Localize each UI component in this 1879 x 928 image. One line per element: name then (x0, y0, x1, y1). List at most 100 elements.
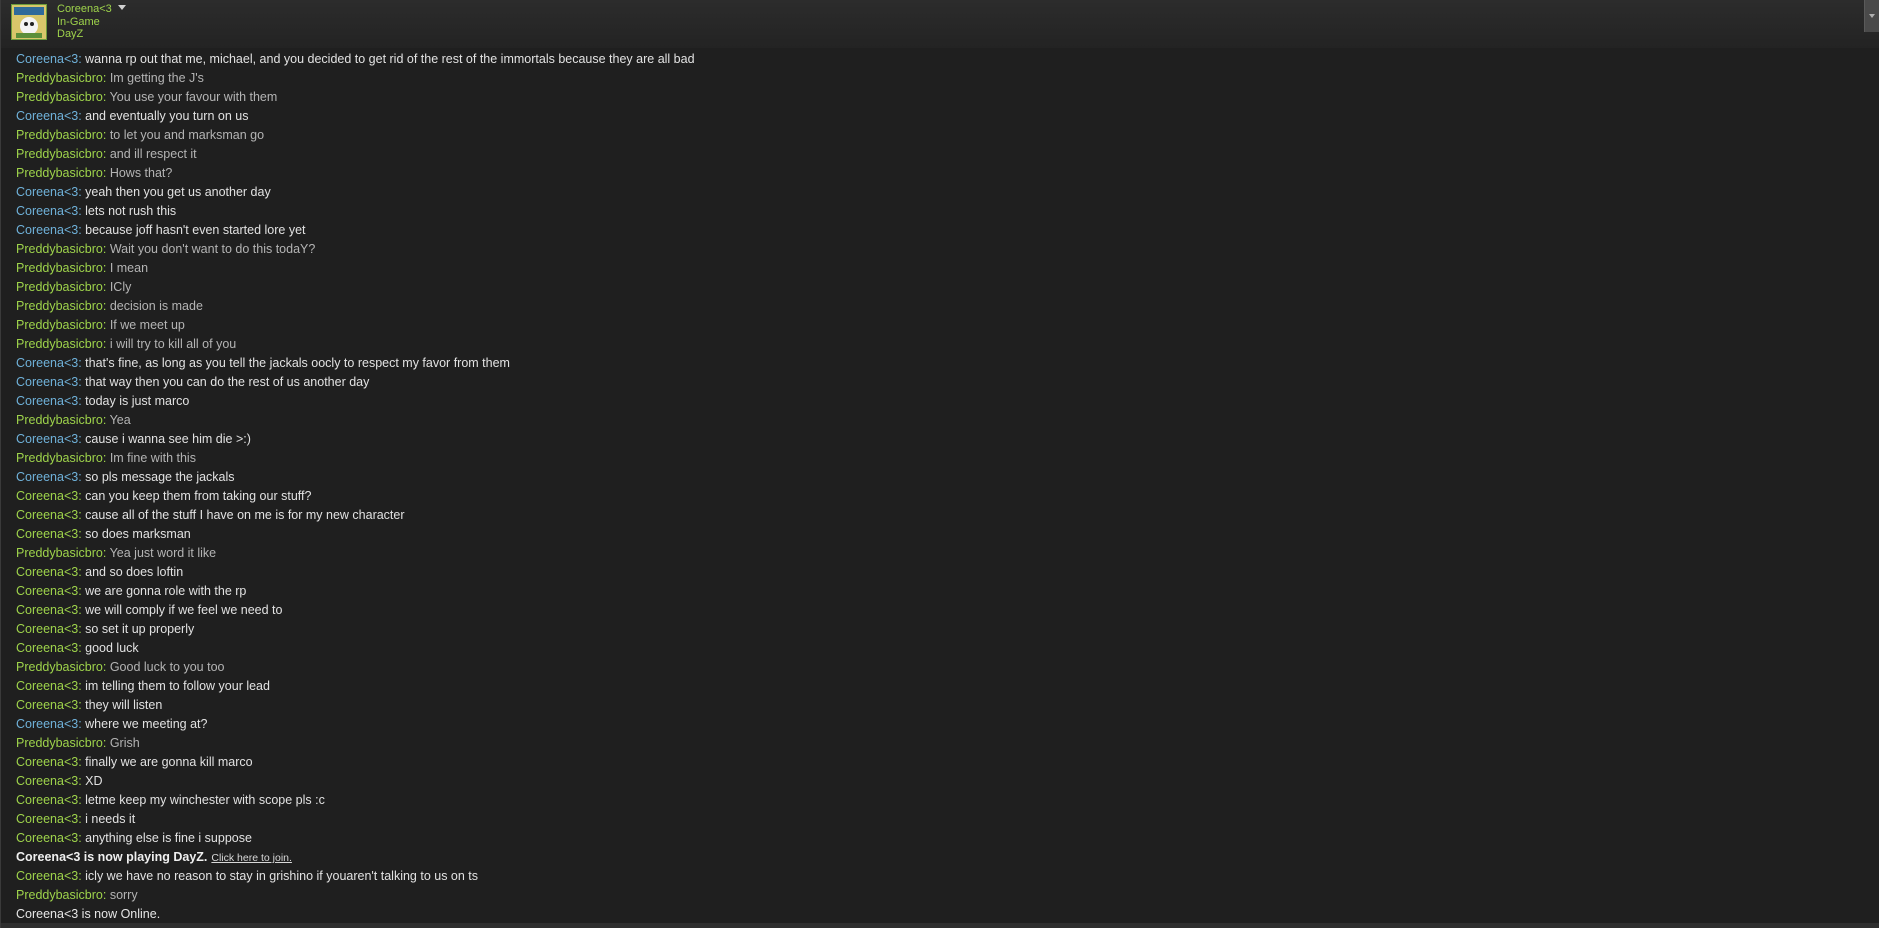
message-sender: Preddybasicbro (16, 546, 103, 560)
message-sender: Coreena<3 (16, 489, 79, 503)
chat-message: Preddybasicbro: Wait you don't want to d… (16, 240, 1856, 259)
chat-message: Preddybasicbro: Grish (16, 734, 1856, 753)
message-sender: Preddybasicbro (16, 128, 103, 142)
chat-message: Preddybasicbro: Yea (16, 411, 1856, 430)
message-separator: : (102, 166, 110, 180)
message-text: we are gonna role with the rp (85, 584, 247, 598)
message-sender: Coreena<3 (16, 622, 79, 636)
chat-message: Coreena<3: we are gonna role with the rp (16, 582, 1856, 601)
message-separator: : (102, 660, 110, 674)
message-sender: Preddybasicbro (16, 337, 103, 351)
chat-message: Coreena<3: so pls message the jackals (16, 468, 1856, 487)
chat-message: Coreena<3: today is just marco (16, 392, 1856, 411)
message-sender: Coreena<3 (16, 812, 79, 826)
chat-header: Coreena<3 In-Game DayZ (1, 0, 1879, 48)
message-sender: Preddybasicbro (16, 888, 103, 902)
message-sender: Preddybasicbro (16, 413, 103, 427)
friend-status: In-Game (57, 16, 100, 28)
join-game-link[interactable]: Click here to join. (211, 852, 292, 864)
message-text: i needs it (85, 812, 136, 826)
message-sender: Preddybasicbro (16, 90, 103, 104)
message-text: lets not rush this (85, 204, 177, 218)
chat-message: Coreena<3: we will comply if we feel we … (16, 601, 1856, 620)
message-sender: Coreena<3 (16, 109, 79, 123)
message-separator: : (102, 71, 110, 85)
message-separator: : (102, 888, 110, 902)
chat-message: Coreena<3: that's fine, as long as you t… (16, 354, 1856, 373)
message-text: Good luck to you too (109, 660, 225, 674)
message-text: letme keep my winchester with scope pls … (85, 793, 325, 807)
message-sender: Coreena<3 (16, 223, 79, 237)
chat-message: Preddybasicbro: I mean (16, 259, 1856, 278)
message-sender: Coreena<3 (16, 831, 79, 845)
chat-message: Coreena<3: and so does loftin (16, 563, 1856, 582)
bottom-border (1, 923, 1879, 928)
message-text: and eventually you turn on us (85, 109, 249, 123)
message-text: ICly (109, 280, 132, 294)
message-text: they will listen (85, 698, 163, 712)
message-text: Yea (109, 413, 131, 427)
chat-message: Preddybasicbro: i will try to kill all o… (16, 335, 1856, 354)
chat-message: Preddybasicbro: decision is made (16, 297, 1856, 316)
message-text: so pls message the jackals (85, 470, 235, 484)
friend-avatar[interactable] (11, 4, 47, 40)
chat-message: Coreena<3: im telling them to follow you… (16, 677, 1856, 696)
message-sender: Coreena<3 (16, 375, 79, 389)
message-separator: : (102, 451, 110, 465)
message-sender: Preddybasicbro (16, 736, 103, 750)
message-text: good luck (85, 641, 139, 655)
message-separator: : (102, 299, 110, 313)
message-separator: : (102, 546, 110, 560)
message-text: cause all of the stuff I have on me is f… (85, 508, 405, 522)
message-text: where we meeting at? (85, 717, 208, 731)
message-separator: : (102, 736, 110, 750)
message-sender: Coreena<3 (16, 774, 79, 788)
message-text: to let you and marksman go (109, 128, 265, 142)
message-text: XD (85, 774, 103, 788)
message-sender: Preddybasicbro (16, 318, 103, 332)
chat-message: Preddybasicbro: Im fine with this (16, 449, 1856, 468)
message-sender: Preddybasicbro (16, 166, 103, 180)
chat-message: Preddybasicbro: sorry (16, 886, 1856, 905)
message-sender: Coreena<3 (16, 52, 79, 66)
message-text: If we meet up (109, 318, 185, 332)
message-sender: Coreena<3 (16, 679, 79, 693)
message-sender: Preddybasicbro (16, 242, 103, 256)
message-text: Grish (109, 736, 140, 750)
message-separator: : (102, 90, 110, 104)
message-separator: : (102, 318, 110, 332)
message-sender: Preddybasicbro (16, 660, 103, 674)
chat-message: Preddybasicbro: to let you and marksman … (16, 126, 1856, 145)
chat-message: Coreena<3: so does marksman (16, 525, 1856, 544)
message-separator: : (102, 128, 110, 142)
scrollbar-button[interactable] (1864, 0, 1879, 32)
chat-message: Preddybasicbro: Im getting the J's (16, 69, 1856, 88)
chat-message: Coreena<3: where we meeting at? (16, 715, 1856, 734)
message-text: im telling them to follow your lead (85, 679, 270, 693)
chat-message: Coreena<3: i needs it (16, 810, 1856, 829)
chat-message: Preddybasicbro: You use your favour with… (16, 88, 1856, 107)
friend-name-dropdown[interactable]: Coreena<3 (57, 3, 126, 15)
chevron-down-icon[interactable] (117, 5, 126, 10)
chat-message: Preddybasicbro: If we meet up (16, 316, 1856, 335)
message-text: i will try to kill all of you (109, 337, 237, 351)
chat-message: Preddybasicbro: Yea just word it like (16, 544, 1856, 563)
message-text: wanna rp out that me, michael, and you d… (85, 52, 695, 66)
message-sender: Coreena<3 (16, 204, 79, 218)
chat-message: Coreena<3: and eventually you turn on us (16, 107, 1856, 126)
message-separator: : (102, 147, 110, 161)
system-online-text: Coreena<3 is now Online. (16, 907, 161, 921)
chat-message: Coreena<3: icly we have no reason to sta… (16, 867, 1856, 886)
message-sender: Coreena<3 (16, 565, 79, 579)
message-separator: : (102, 337, 110, 351)
message-sender: Preddybasicbro (16, 451, 103, 465)
system-playing-text: Coreena<3 is now playing DayZ. (16, 850, 208, 864)
friend-game: DayZ (57, 28, 84, 40)
message-text: yeah then you get us another day (85, 185, 271, 199)
chat-message: Coreena<3: anything else is fine i suppo… (16, 829, 1856, 848)
message-text: sorry (109, 888, 138, 902)
message-text: icly we have no reason to stay in grishi… (85, 869, 479, 883)
message-text: Im getting the J's (109, 71, 204, 85)
friend-name: Coreena<3 (57, 3, 112, 15)
chat-message: Preddybasicbro: Good luck to you too (16, 658, 1856, 677)
